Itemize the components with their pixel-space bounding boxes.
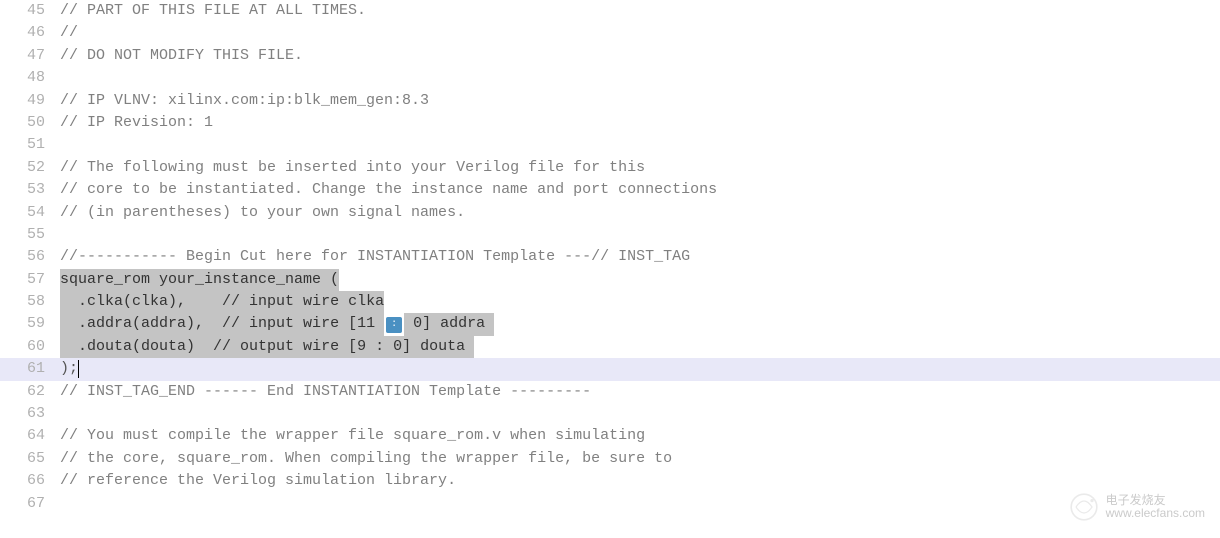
line-number: 64 <box>0 425 60 447</box>
code-content[interactable]: // reference the Verilog simulation libr… <box>60 470 456 492</box>
selected-text: .clka(clka), <box>78 291 222 313</box>
comment-text: // the core, square_rom. When compiling … <box>60 448 672 470</box>
comment-text: // core to be instantiated. Change the i… <box>60 179 717 201</box>
code-line[interactable]: 54// (in parentheses) to your own signal… <box>0 202 1220 224</box>
text-cursor <box>78 360 79 378</box>
line-number: 51 <box>0 134 60 156</box>
comment-text: // (in parentheses) to your own signal n… <box>60 202 465 224</box>
selected-text: .addra(addra), <box>78 313 222 335</box>
line-number: 66 <box>0 470 60 492</box>
line-number: 49 <box>0 90 60 112</box>
line-number: 67 <box>0 493 60 515</box>
code-line[interactable]: 58 .clka(clka), // input wire clka <box>0 291 1220 313</box>
line-number: 65 <box>0 448 60 470</box>
code-content[interactable]: .addra(addra), // input wire [11 : 0] ad… <box>60 313 494 335</box>
code-line[interactable]: 53// core to be instantiated. Change the… <box>0 179 1220 201</box>
code-line[interactable]: 67 <box>0 493 1220 515</box>
line-number: 52 <box>0 157 60 179</box>
line-number: 59 <box>0 313 60 335</box>
comment-text: //----------- Begin Cut here for INSTANT… <box>60 246 690 268</box>
line-number: 61 <box>0 358 60 380</box>
code-line[interactable]: 57square_rom your_instance_name ( <box>0 269 1220 291</box>
code-content[interactable]: // core to be instantiated. Change the i… <box>60 179 717 201</box>
code-content[interactable]: // IP VLNV: xilinx.com:ip:blk_mem_gen:8.… <box>60 90 429 112</box>
code-content[interactable]: // PART OF THIS FILE AT ALL TIMES. <box>60 0 366 22</box>
line-number: 47 <box>0 45 60 67</box>
code-content[interactable]: // IP Revision: 1 <box>60 112 213 134</box>
comment-text: // The following must be inserted into y… <box>60 157 645 179</box>
code-line[interactable]: 66// reference the Verilog simulation li… <box>0 470 1220 492</box>
line-number: 48 <box>0 67 60 89</box>
code-content[interactable]: ); <box>60 358 1220 380</box>
comment-text: // IP Revision: 1 <box>60 112 213 134</box>
watermark-url: www.elecfans.com <box>1106 507 1205 520</box>
comment-text: // input wire clka <box>222 291 384 313</box>
elecfans-logo-icon <box>1068 491 1100 523</box>
code-line[interactable]: 56//----------- Begin Cut here for INSTA… <box>0 246 1220 268</box>
selected-text: square_rom your_instance_name ( <box>60 269 339 291</box>
code-line[interactable]: 50// IP Revision: 1 <box>0 112 1220 134</box>
selected-text: .douta(douta) <box>78 336 213 358</box>
code-content[interactable]: .clka(clka), // input wire clka <box>60 291 384 313</box>
code-content[interactable]: // INST_TAG_END ------ End INSTANTIATION… <box>60 381 591 403</box>
code-line[interactable]: 60 .douta(douta) // output wire [9 : 0] … <box>0 336 1220 358</box>
comment-text: // IP VLNV: xilinx.com:ip:blk_mem_gen:8.… <box>60 90 429 112</box>
line-number: 62 <box>0 381 60 403</box>
code-line[interactable]: 51 <box>0 134 1220 156</box>
code-text: ); <box>60 358 78 380</box>
line-number: 56 <box>0 246 60 268</box>
code-content[interactable]: // (in parentheses) to your own signal n… <box>60 202 465 224</box>
comment-text: // input wire [11 <box>222 313 384 335</box>
code-content[interactable]: // The following must be inserted into y… <box>60 157 645 179</box>
line-number: 63 <box>0 403 60 425</box>
code-line[interactable]: 62// INST_TAG_END ------ End INSTANTIATI… <box>0 381 1220 403</box>
line-number: 58 <box>0 291 60 313</box>
line-number: 45 <box>0 0 60 22</box>
code-line[interactable]: 47// DO NOT MODIFY THIS FILE. <box>0 45 1220 67</box>
code-line[interactable]: 48 <box>0 67 1220 89</box>
code-content[interactable]: .douta(douta) // output wire [9 : 0] dou… <box>60 336 474 358</box>
code-content[interactable]: // <box>60 22 78 44</box>
watermark: 电子发烧友 www.elecfans.com <box>1068 491 1205 523</box>
comment-text: // DO NOT MODIFY THIS FILE. <box>60 45 303 67</box>
code-line[interactable]: 63 <box>0 403 1220 425</box>
code-content[interactable]: // the core, square_rom. When compiling … <box>60 448 672 470</box>
code-content[interactable]: // You must compile the wrapper file squ… <box>60 425 645 447</box>
comment-text: // PART OF THIS FILE AT ALL TIMES. <box>60 0 366 22</box>
comment-text: // reference the Verilog simulation libr… <box>60 470 456 492</box>
line-number: 54 <box>0 202 60 224</box>
code-line[interactable]: 49// IP VLNV: xilinx.com:ip:blk_mem_gen:… <box>0 90 1220 112</box>
line-number: 50 <box>0 112 60 134</box>
line-number: 46 <box>0 22 60 44</box>
comment-text: // INST_TAG_END ------ End INSTANTIATION… <box>60 381 591 403</box>
colon-marker-icon: : <box>386 317 402 333</box>
line-number: 53 <box>0 179 60 201</box>
code-line[interactable]: 65// the core, square_rom. When compilin… <box>0 448 1220 470</box>
code-content[interactable]: //----------- Begin Cut here for INSTANT… <box>60 246 690 268</box>
code-line[interactable]: 45// PART OF THIS FILE AT ALL TIMES. <box>0 0 1220 22</box>
code-line[interactable]: 59 .addra(addra), // input wire [11 : 0]… <box>0 313 1220 335</box>
line-number: 57 <box>0 269 60 291</box>
line-number: 55 <box>0 224 60 246</box>
code-line[interactable]: 61); <box>0 358 1220 380</box>
comment-text: // <box>60 22 78 44</box>
comment-text: 0] addra <box>404 313 494 335</box>
line-number: 60 <box>0 336 60 358</box>
code-line[interactable]: 46// <box>0 22 1220 44</box>
comment-text: // output wire [9 : 0] douta <box>213 336 474 358</box>
code-editor[interactable]: 45// PART OF THIS FILE AT ALL TIMES.46//… <box>0 0 1220 515</box>
comment-text: // You must compile the wrapper file squ… <box>60 425 645 447</box>
code-content[interactable]: square_rom your_instance_name ( <box>60 269 339 291</box>
code-content[interactable]: // DO NOT MODIFY THIS FILE. <box>60 45 303 67</box>
code-line[interactable]: 64// You must compile the wrapper file s… <box>0 425 1220 447</box>
code-line[interactable]: 52// The following must be inserted into… <box>0 157 1220 179</box>
code-line[interactable]: 55 <box>0 224 1220 246</box>
